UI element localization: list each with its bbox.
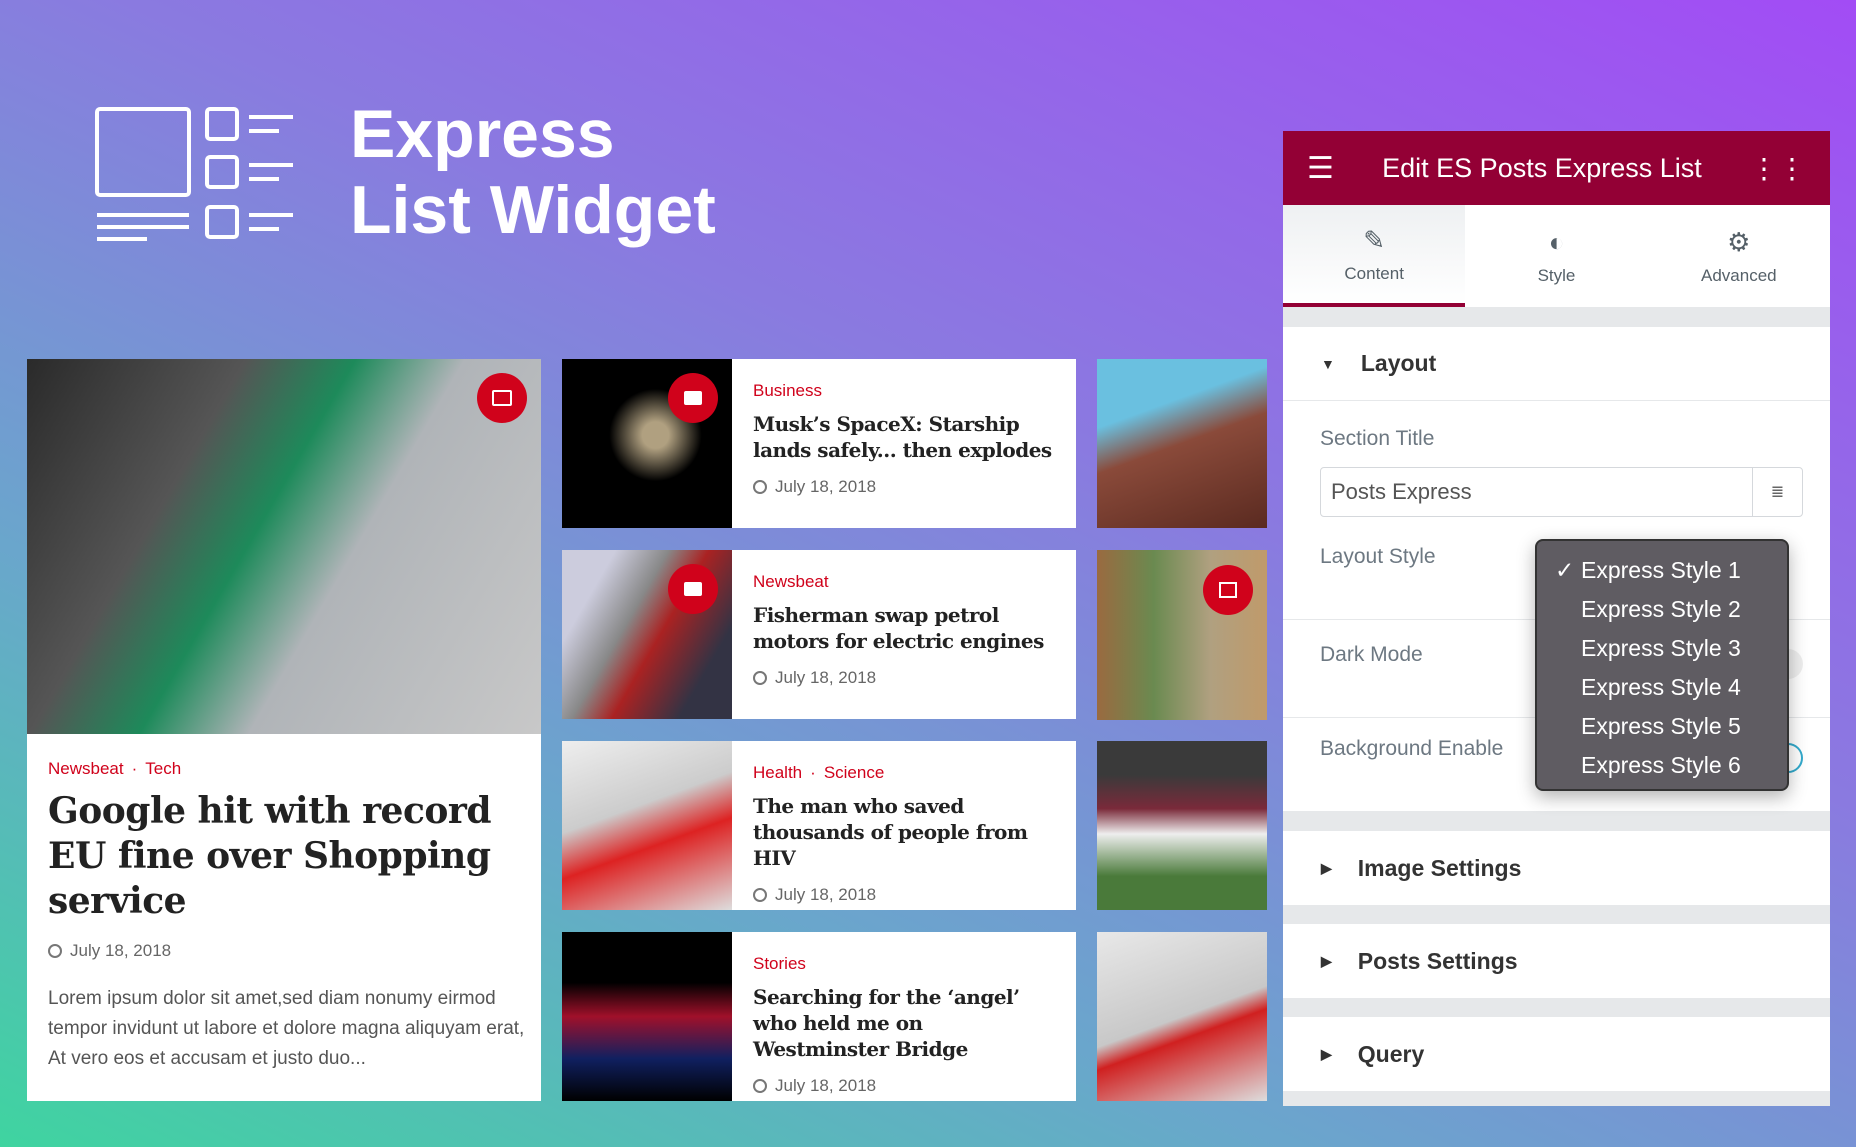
image-icon	[477, 373, 527, 423]
post-categories: Newsbeat	[753, 572, 1060, 592]
panel-title: Edit ES Posts Express List	[1382, 152, 1702, 183]
pencil-icon: ✎	[1363, 224, 1386, 255]
hamburger-menu-icon[interactable]: ☰	[1307, 151, 1334, 186]
post-title[interactable]: Fisherman swap petrol motors for electri…	[753, 602, 1060, 654]
editor-panel: ☰ Edit ES Posts Express List ⋮⋮ ✎ Content…	[1283, 131, 1830, 1106]
clock-icon	[753, 1079, 767, 1093]
post-thumbnail[interactable]	[562, 932, 732, 1101]
list-item[interactable]: Business Musk’s SpaceX: Starship lands s…	[562, 359, 1076, 528]
panel-tabs: ✎ Content ◐ Style ⚙ Advanced	[1283, 205, 1830, 307]
post-categories: Newsbeat · Tech	[48, 759, 182, 778]
dropdown-option[interactable]: Express Style 5	[1537, 707, 1787, 746]
caret-down-icon: ▼	[1321, 355, 1335, 372]
tab-content[interactable]: ✎ Content	[1283, 205, 1466, 307]
dark-mode-label: Dark Mode	[1320, 643, 1423, 666]
featured-excerpt: Lorem ipsum dolor sit amet,sed diam nonu…	[48, 988, 525, 1069]
list-item[interactable]: Stories Searching for the ‘angel’ who he…	[562, 932, 1076, 1101]
query-section[interactable]: ▶ Query	[1283, 1017, 1830, 1091]
category-link[interactable]: Tech	[145, 759, 181, 778]
video-icon	[668, 373, 718, 423]
category-link[interactable]: Newsbeat	[48, 759, 124, 778]
post-date: July 18, 2018	[753, 668, 1060, 688]
clock-icon	[753, 671, 767, 685]
post-thumbnail[interactable]	[1097, 359, 1267, 528]
post-date: July 18, 2018	[753, 1076, 1060, 1096]
apps-grid-icon[interactable]: ⋮⋮	[1750, 152, 1806, 185]
dropdown-option[interactable]: ✓ Express Style 1	[1537, 551, 1787, 590]
list-item[interactable]: Newsbeat Fisherman swap petrol motors fo…	[562, 550, 1076, 719]
post-title[interactable]: Searching for the ‘angel’ who held me on…	[753, 984, 1060, 1062]
background-enable-label: Background Enable	[1320, 737, 1504, 760]
clock-icon	[48, 944, 62, 958]
category-link[interactable]: Newsbeat	[753, 572, 829, 591]
layout-style-label: Layout Style	[1320, 545, 1436, 568]
category-link[interactable]: Stories	[753, 954, 806, 973]
contrast-icon: ◐	[1548, 226, 1565, 257]
tab-advanced[interactable]: ⚙ Advanced	[1648, 205, 1830, 307]
dropdown-option[interactable]: Express Style 2	[1537, 590, 1787, 629]
post-categories: Health · Science	[753, 763, 885, 782]
dropdown-option[interactable]: Express Style 6	[1537, 746, 1787, 785]
gear-icon: ⚙	[1727, 226, 1751, 257]
post-thumbnail[interactable]	[1097, 932, 1267, 1101]
post-categories: Business	[753, 381, 1060, 401]
post-title[interactable]: Musk’s SpaceX: Starship lands safely... …	[753, 411, 1060, 463]
list-item[interactable]: Health · Science The man who saved thousan…	[562, 741, 1076, 910]
layout-style-dropdown[interactable]: ✓ Express Style 1 Express Style 2 Express S…	[1535, 539, 1789, 791]
layout-section: ▼Layout Section Title ≣ Layout Style Dar…	[1283, 327, 1830, 811]
clock-icon	[753, 480, 767, 494]
featured-image[interactable]	[27, 359, 541, 734]
hero-title: Express List Widget	[350, 96, 716, 248]
clock-icon	[753, 888, 767, 902]
layout-section-toggle[interactable]: ▼ Layout	[1283, 327, 1830, 401]
image-settings-section[interactable]: ▶ Image Settings	[1283, 831, 1830, 905]
caret-right-icon: ▶	[1321, 1045, 1332, 1062]
dropdown-option[interactable]: Express Style 4	[1537, 668, 1787, 707]
featured-post-card[interactable]: Newsbeat · Tech Google hit with record EU …	[27, 359, 541, 1101]
category-link[interactable]: Science	[824, 763, 884, 782]
list-widget-logo-icon	[95, 107, 293, 241]
post-title[interactable]: The man who saved thousands of people fr…	[753, 793, 1060, 871]
post-thumbnail[interactable]	[562, 741, 732, 910]
dynamic-tags-icon[interactable]: ≣	[1752, 468, 1802, 516]
caret-right-icon: ▶	[1321, 859, 1332, 876]
post-categories: Stories	[753, 954, 1060, 974]
checkmark-icon: ✓	[1555, 557, 1575, 583]
dropdown-option[interactable]: Express Style 3	[1537, 629, 1787, 668]
posts-settings-section[interactable]: ▶ Posts Settings	[1283, 924, 1830, 998]
video-icon	[668, 564, 718, 614]
post-date: July 18, 2018	[753, 885, 1060, 905]
category-link[interactable]: Business	[753, 381, 822, 400]
panel-header: ☰ Edit ES Posts Express List ⋮⋮	[1283, 131, 1830, 205]
featured-title[interactable]: Google hit with record EU fine over Shop…	[48, 789, 528, 924]
section-title-label: Section Title	[1320, 427, 1435, 450]
caret-right-icon: ▶	[1321, 952, 1332, 969]
post-date: July 18, 2018	[48, 941, 171, 961]
category-link[interactable]: Health	[753, 763, 802, 782]
post-thumbnail[interactable]	[1097, 741, 1267, 910]
post-date: July 18, 2018	[753, 477, 1060, 497]
tab-style[interactable]: ◐ Style	[1465, 205, 1647, 307]
gallery-icon	[1203, 565, 1253, 615]
section-title-input[interactable]	[1321, 468, 1752, 516]
